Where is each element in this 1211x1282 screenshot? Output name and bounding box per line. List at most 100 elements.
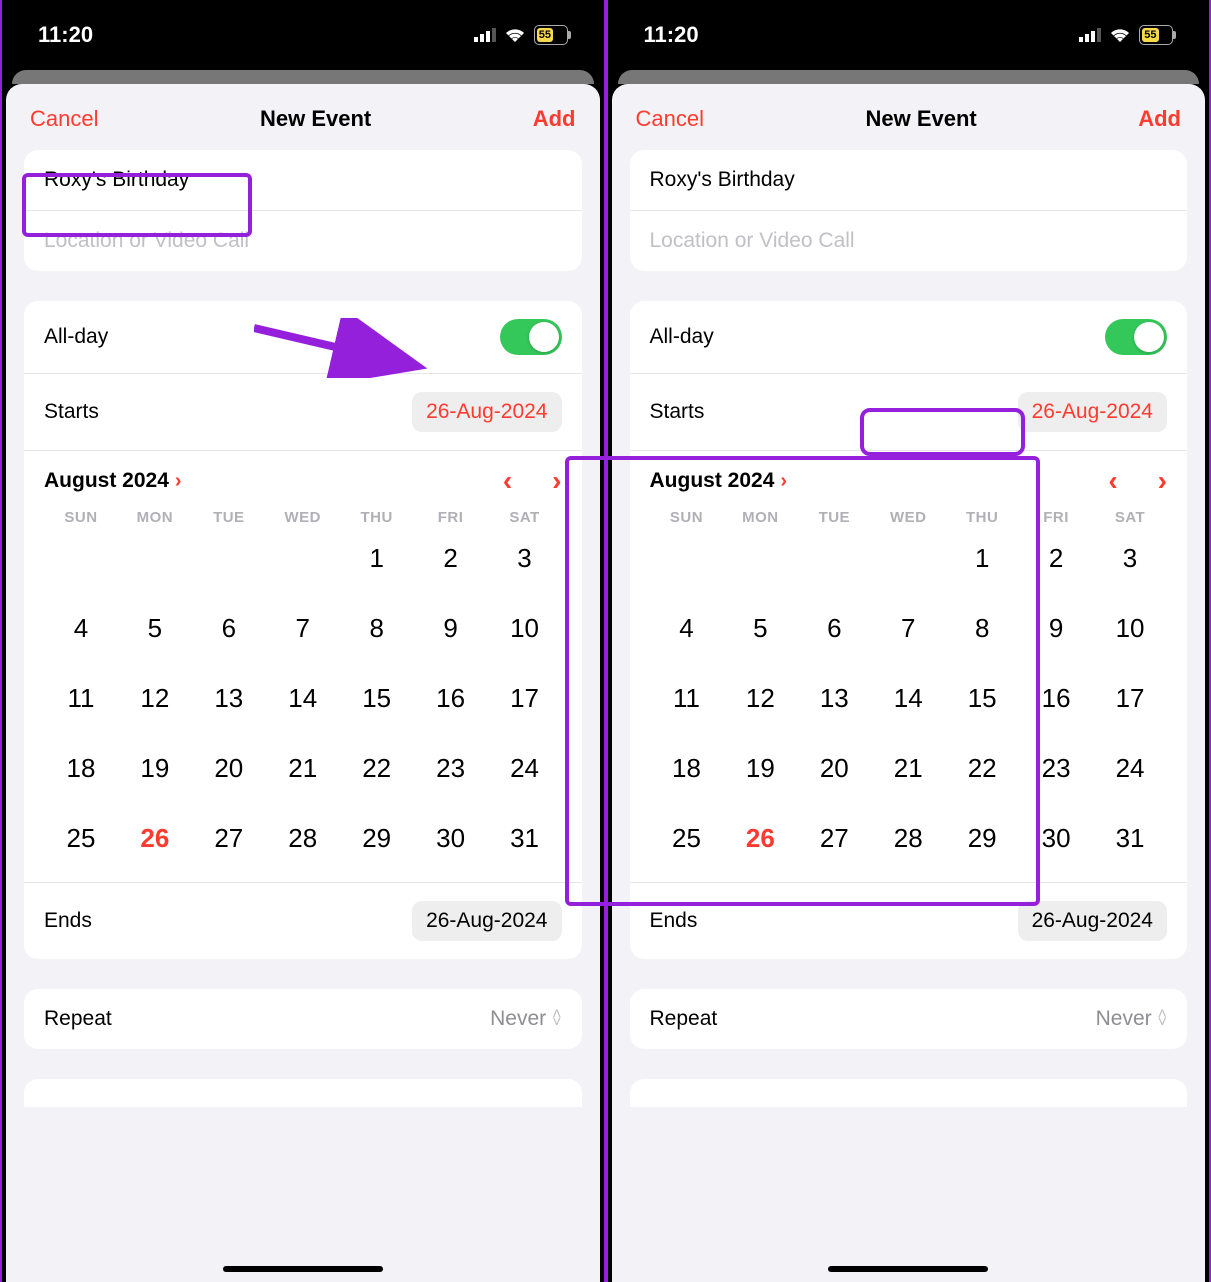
calendar-next-month[interactable]: › [552, 465, 561, 497]
weekday-label: FRI [1019, 509, 1093, 526]
calendar-month-button[interactable]: August 2024 › [650, 469, 788, 493]
calendar-day[interactable]: 19 [118, 744, 192, 792]
calendar-day[interactable]: 31 [1093, 814, 1167, 862]
calendar-day[interactable]: 2 [414, 534, 488, 582]
add-button[interactable]: Add [533, 106, 576, 132]
calendar-day[interactable]: 15 [340, 674, 414, 722]
phone-left: 11:20 55 Cancel New Event Add Roxy's Bir… [0, 0, 606, 1282]
calendar-prev-month[interactable]: ‹ [1108, 465, 1117, 497]
calendar-day[interactable]: 8 [945, 604, 1019, 652]
starts-date-pill[interactable]: 26-Aug-2024 [412, 392, 561, 432]
location-row[interactable]: Location or Video Call [24, 210, 582, 271]
calendar-day[interactable]: 20 [797, 744, 871, 792]
calendar-day[interactable]: 8 [340, 604, 414, 652]
calendar-day[interactable]: 25 [44, 814, 118, 862]
repeat-row[interactable]: Repeat Never ˄˅ [630, 989, 1188, 1049]
calendar-day-empty: . [192, 534, 266, 582]
starts-date-pill[interactable]: 26-Aug-2024 [1018, 392, 1167, 432]
title-row[interactable]: Roxy's Birthday [24, 150, 582, 210]
calendar-day[interactable]: 30 [414, 814, 488, 862]
calendar-day[interactable]: 3 [488, 534, 562, 582]
location-row[interactable]: Location or Video Call [630, 210, 1188, 271]
calendar-day[interactable]: 24 [1093, 744, 1167, 792]
calendar-day[interactable]: 16 [414, 674, 488, 722]
calendar-day[interactable]: 12 [723, 674, 797, 722]
calendar-day[interactable]: 22 [945, 744, 1019, 792]
calendar-day[interactable]: 14 [266, 674, 340, 722]
calendar-day[interactable]: 2 [1019, 534, 1093, 582]
calendar-day[interactable]: 4 [44, 604, 118, 652]
calendar-day[interactable]: 11 [650, 674, 724, 722]
calendar-day[interactable]: 27 [192, 814, 266, 862]
calendar-day[interactable]: 7 [871, 604, 945, 652]
calendar-day[interactable]: 20 [192, 744, 266, 792]
calendar-day[interactable]: 5 [723, 604, 797, 652]
calendar-day[interactable]: 14 [871, 674, 945, 722]
calendar-day[interactable]: 10 [488, 604, 562, 652]
home-indicator[interactable] [223, 1266, 383, 1272]
calendar-day[interactable]: 15 [945, 674, 1019, 722]
ends-label: Ends [44, 909, 92, 933]
calendar-day[interactable]: 1 [945, 534, 1019, 582]
calendar-day[interactable]: 24 [488, 744, 562, 792]
ends-date-pill[interactable]: 26-Aug-2024 [412, 901, 561, 941]
calendar-day[interactable]: 13 [797, 674, 871, 722]
calendar-day[interactable]: 31 [488, 814, 562, 862]
allday-toggle[interactable] [1105, 319, 1167, 355]
calendar-day[interactable]: 9 [1019, 604, 1093, 652]
calendar-day[interactable]: 28 [266, 814, 340, 862]
calendar-day[interactable]: 6 [192, 604, 266, 652]
calendar-day[interactable]: 16 [1019, 674, 1093, 722]
calendar-day[interactable]: 21 [871, 744, 945, 792]
calendar-day[interactable]: 29 [945, 814, 1019, 862]
chevron-right-icon: › [780, 470, 787, 493]
title-row[interactable]: Roxy's Birthday [630, 150, 1188, 210]
calendar-day[interactable]: 11 [44, 674, 118, 722]
calendar-day[interactable]: 17 [488, 674, 562, 722]
calendar-day[interactable]: 7 [266, 604, 340, 652]
calendar-day[interactable]: 9 [414, 604, 488, 652]
ends-date-pill[interactable]: 26-Aug-2024 [1018, 901, 1167, 941]
calendar-next-month[interactable]: › [1158, 465, 1167, 497]
calendar-day[interactable]: 17 [1093, 674, 1167, 722]
calendar-day[interactable]: 12 [118, 674, 192, 722]
calendar-day[interactable]: 26 [118, 814, 192, 862]
calendar-day-empty: . [723, 534, 797, 582]
calendar-day[interactable]: 27 [797, 814, 871, 862]
calendar-day[interactable]: 30 [1019, 814, 1093, 862]
weekday-label: SAT [488, 509, 562, 526]
home-indicator[interactable] [828, 1266, 988, 1272]
calendar-day[interactable]: 6 [797, 604, 871, 652]
calendar-day[interactable]: 18 [650, 744, 724, 792]
calendar-day[interactable]: 18 [44, 744, 118, 792]
allday-toggle[interactable] [500, 319, 562, 355]
calendar-day[interactable]: 21 [266, 744, 340, 792]
location-placeholder: Location or Video Call [650, 229, 855, 253]
calendar-day[interactable]: 13 [192, 674, 266, 722]
weekday-label: MON [723, 509, 797, 526]
calendar-day[interactable]: 23 [414, 744, 488, 792]
calendar-day[interactable]: 5 [118, 604, 192, 652]
event-title-field[interactable]: Roxy's Birthday [650, 168, 795, 192]
event-title-field[interactable]: Roxy's Birthday [44, 168, 189, 192]
calendar-day[interactable]: 23 [1019, 744, 1093, 792]
calendar-day[interactable]: 4 [650, 604, 724, 652]
calendar-day[interactable]: 28 [871, 814, 945, 862]
calendar-day[interactable]: 10 [1093, 604, 1167, 652]
repeat-row[interactable]: Repeat Never ˄˅ [24, 989, 582, 1049]
calendar-prev-month[interactable]: ‹ [503, 465, 512, 497]
calendar-day[interactable]: 26 [723, 814, 797, 862]
calendar-day[interactable]: 19 [723, 744, 797, 792]
modal-sheet: Cancel New Event Add Roxy's Birthday Loc… [612, 84, 1206, 1282]
cancel-button[interactable]: Cancel [30, 106, 98, 132]
calendar-day[interactable]: 22 [340, 744, 414, 792]
phone-right: 11:20 55 Cancel New Event Add Roxy's Bir… [606, 0, 1211, 1282]
calendar-day[interactable]: 1 [340, 534, 414, 582]
cancel-button[interactable]: Cancel [636, 106, 704, 132]
add-button[interactable]: Add [1138, 106, 1181, 132]
calendar-month-button[interactable]: August 2024 › [44, 469, 182, 493]
calendar-day[interactable]: 3 [1093, 534, 1167, 582]
calendar-day[interactable]: 29 [340, 814, 414, 862]
weekday-label: TUE [797, 509, 871, 526]
calendar-day[interactable]: 25 [650, 814, 724, 862]
